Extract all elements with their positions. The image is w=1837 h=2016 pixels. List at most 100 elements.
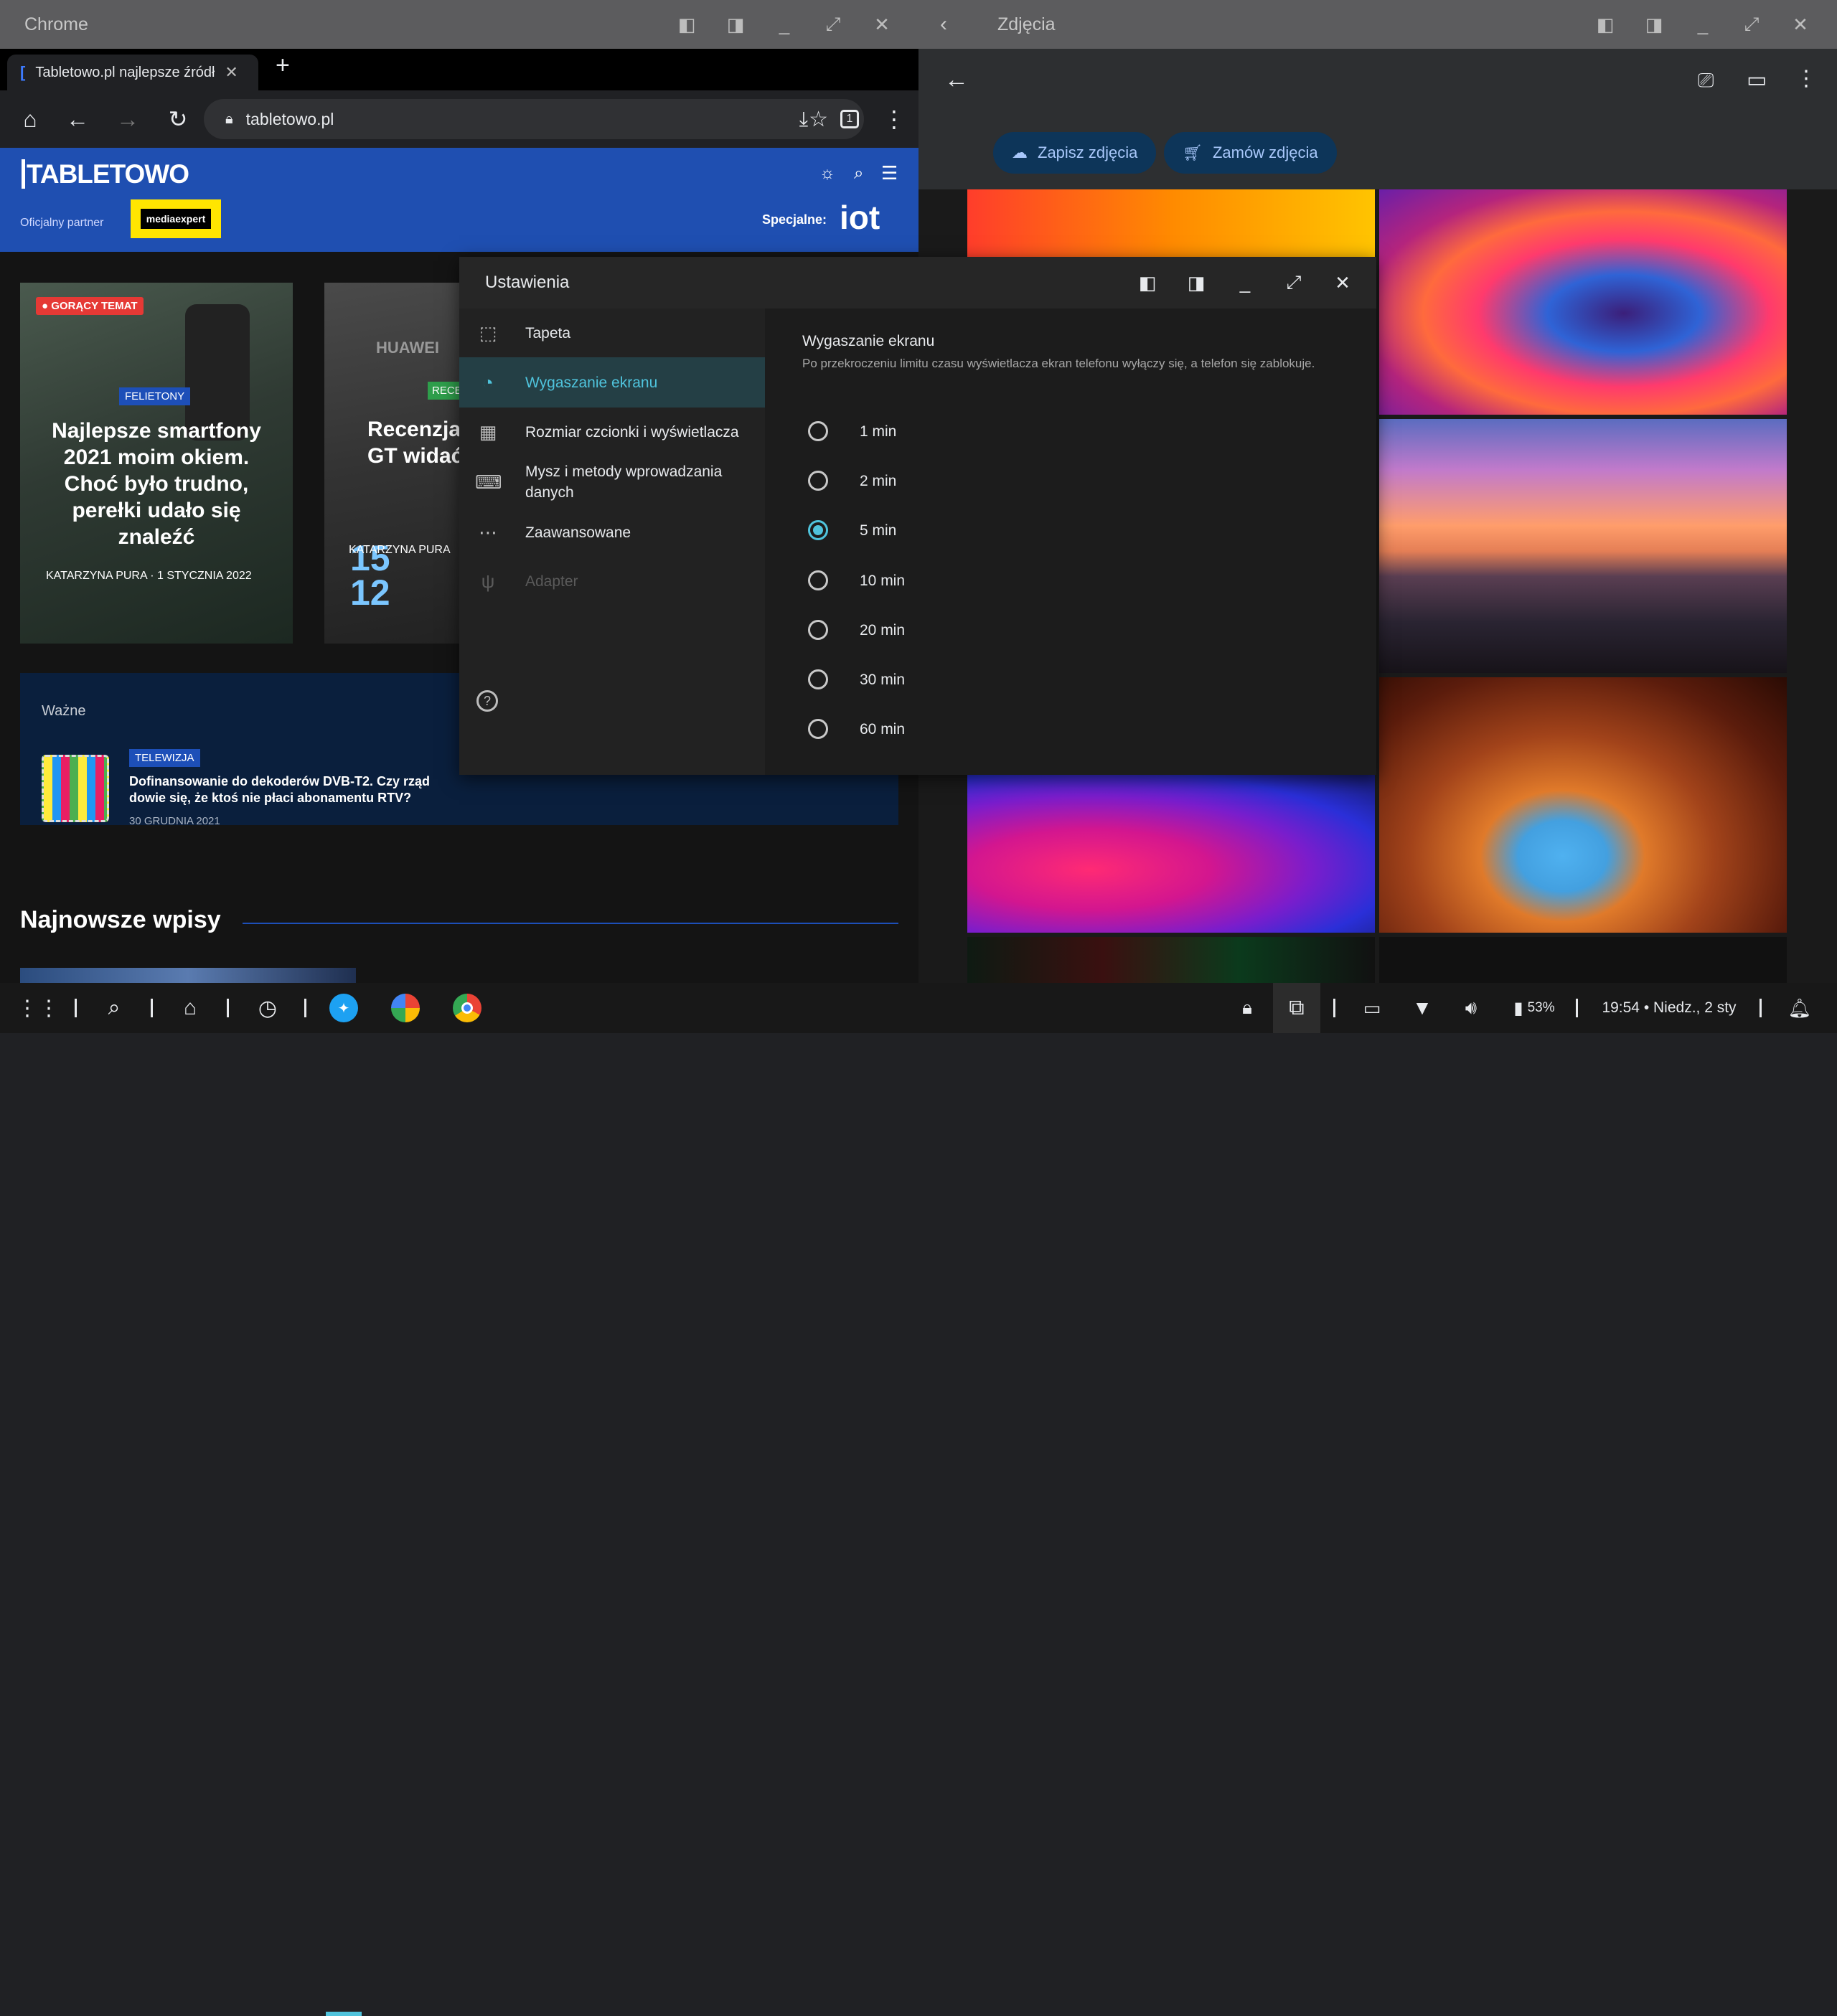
snap-right-icon[interactable]: ◨ [1184, 272, 1208, 294]
notification-bell-icon[interactable]: 🔔︎ [1785, 983, 1814, 1033]
snap-left-icon[interactable]: ◧ [1135, 272, 1160, 294]
cast-screen-icon[interactable]: ▭ [1356, 983, 1388, 1033]
sidebar-item-label: Rozmiar czcionki i wyświetlacza [525, 423, 739, 441]
tab-switcher-button[interactable]: 1 [830, 90, 870, 148]
minimize-icon[interactable]: _ [772, 14, 797, 36]
browser-tab[interactable]: [ Tabletowo.pl najlepsze źródło ✕ [7, 55, 258, 90]
save-photos-button[interactable]: ☁ Zapisz zdjęcia [993, 132, 1157, 174]
radio-2-min[interactable] [808, 471, 828, 491]
order-photos-button[interactable]: 🛒︎ Zamów zdjęcia [1164, 132, 1337, 174]
snap-left-icon[interactable]: ◧ [1593, 14, 1617, 36]
radio-10-min[interactable] [808, 570, 828, 590]
tab-close-icon[interactable]: ✕ [225, 63, 238, 82]
sidebar-item-label: Tapeta [525, 324, 571, 342]
option-label[interactable]: 5 min [860, 522, 896, 540]
category-badge[interactable]: FELIETONY [119, 387, 191, 405]
minimize-icon[interactable]: _ [1233, 272, 1257, 294]
title-back-icon[interactable]: ‹ [940, 12, 947, 37]
close-icon[interactable]: ✕ [1330, 272, 1355, 294]
twitter-app-icon[interactable]: ✦ [326, 983, 362, 1033]
slideshow-icon[interactable]: ▭ [1747, 67, 1767, 93]
sidebar-item-wallpaper[interactable]: ⬚ Tapeta [459, 308, 765, 357]
more-options-icon[interactable]: ⋮ [1795, 66, 1817, 91]
latest-article-thumbnail[interactable] [20, 968, 356, 983]
back-icon[interactable]: ← [57, 90, 98, 148]
app-launcher-icon[interactable]: ⋮⋮ [17, 983, 60, 1033]
settings-title-bar[interactable]: Ustawienia ◧ ◨ _ ⤢ ✕ [459, 257, 1376, 308]
category-badge[interactable]: RECE [428, 382, 459, 400]
maximize-icon[interactable]: ⤢ [1739, 13, 1764, 36]
battery-status[interactable]: ▮ 53% [1505, 983, 1563, 1033]
radio-1-min[interactable] [808, 421, 828, 441]
article-author[interactable]: KATARZYNA PURA [349, 544, 451, 557]
menu-kebab-icon[interactable]: ⋮ [874, 90, 914, 148]
option-label[interactable]: 1 min [860, 423, 896, 441]
option-label[interactable]: 2 min [860, 473, 896, 490]
photo-thumbnail[interactable] [1379, 419, 1787, 673]
article-card[interactable]: HUAWEI RECE Recenzja Watch GT widać 15 1… [324, 283, 459, 644]
new-tab-icon[interactable]: + [276, 52, 290, 80]
option-label[interactable]: 60 min [860, 721, 905, 738]
special-iot-logo[interactable]: iot [840, 198, 880, 237]
clock[interactable]: 19:54 • Niedz., 2 sty [1597, 983, 1741, 1033]
minimize-icon[interactable]: _ [1691, 14, 1715, 36]
screenshot-crop-icon[interactable]: ⧉ [1273, 983, 1320, 1033]
theme-toggle-icon[interactable]: ☼ [819, 164, 835, 184]
wifi-icon[interactable]: ▼ [1408, 983, 1437, 1033]
search-icon[interactable]: ⌕ [98, 983, 131, 1033]
lock-icon[interactable]: 🔒︎ [1233, 983, 1262, 1033]
download-icon[interactable]: ⤓ [784, 90, 824, 148]
photo-thumbnail[interactable] [967, 189, 1375, 258]
chrome-app-icon[interactable] [449, 983, 485, 1033]
option-label[interactable]: 10 min [860, 573, 905, 590]
photo-thumbnail[interactable] [1379, 189, 1787, 415]
maximize-icon[interactable]: ⤢ [1282, 271, 1306, 294]
article-card[interactable]: ● GORĄCY TEMAT FELIETONY Najlepsze smart… [20, 283, 293, 644]
search-icon[interactable]: ⌕ [854, 164, 863, 184]
snap-right-icon[interactable]: ◨ [723, 14, 748, 36]
article-title[interactable]: Najlepsze smartfony 2021 moim okiem. Cho… [34, 418, 278, 550]
tv-test-card-image[interactable] [42, 755, 109, 822]
site-header: TABLETOWO ☼ ⌕ ☰ Oficjalny partner mediae… [0, 148, 918, 252]
option-label[interactable]: 20 min [860, 622, 905, 639]
volume-icon[interactable]: 🔊︎ [1457, 983, 1485, 1033]
radio-20-min[interactable] [808, 620, 828, 640]
category-badge[interactable]: TELEWIZJA [129, 749, 200, 767]
article-author[interactable]: KATARZYNA PURA [46, 570, 147, 582]
home-icon[interactable]: ⌂ [10, 90, 50, 148]
cast-icon[interactable]: ⎚ [1698, 69, 1714, 93]
photos-app-icon[interactable] [387, 983, 423, 1033]
sidebar-item-screen-timeout[interactable]: ◔ Wygaszanie ekranu [459, 357, 765, 408]
help-icon[interactable]: ? [476, 690, 498, 712]
hot-topic-badge[interactable]: ● GORĄCY TEMAT [36, 297, 144, 315]
photo-thumbnail[interactable] [967, 775, 1375, 933]
radio-60-min[interactable] [808, 719, 828, 739]
forward-icon[interactable]: → [108, 90, 148, 148]
order-photos-label: Zamów zdjęcia [1212, 143, 1318, 161]
reload-icon[interactable]: ↻ [158, 90, 198, 148]
article-title[interactable]: Recenzja Watch GT widać [367, 416, 459, 469]
chrome-window-title: Chrome [24, 14, 88, 34]
hamburger-icon[interactable]: ☰ [881, 162, 898, 184]
home-icon[interactable]: ⌂ [174, 983, 207, 1033]
back-arrow-icon[interactable]: ← [944, 66, 969, 94]
photo-thumbnail[interactable] [1379, 677, 1787, 933]
maximize-icon[interactable]: ⤢ [821, 13, 845, 36]
radio-5-min-selected[interactable] [808, 520, 828, 540]
partner-logo[interactable]: mediaexpert [131, 199, 221, 238]
site-logo[interactable]: TABLETOWO [22, 159, 189, 189]
important-article-title[interactable]: Dofinansowanie do dekoderów DVB-T2. Czy … [129, 773, 452, 806]
close-icon[interactable]: ✕ [870, 14, 894, 36]
address-bar[interactable]: 🔒︎ tabletowo.pl ☆ [204, 99, 864, 139]
photo-thumbnail[interactable] [1379, 937, 1787, 983]
snap-right-icon[interactable]: ◨ [1642, 14, 1666, 36]
option-label[interactable]: 30 min [860, 672, 905, 689]
snap-left-icon[interactable]: ◧ [675, 14, 699, 36]
recents-clock-icon[interactable]: ◷ [251, 983, 284, 1033]
sidebar-item-mouse-input[interactable]: ⌨ Mysz i metody wprowadzania danych [459, 456, 765, 508]
radio-30-min[interactable] [808, 669, 828, 689]
photo-thumbnail[interactable] [967, 937, 1375, 983]
close-icon[interactable]: ✕ [1788, 14, 1813, 36]
sidebar-item-advanced[interactable]: ⋯ Zaawansowane [459, 508, 765, 557]
sidebar-item-font-size[interactable]: ▦ Rozmiar czcionki i wyświetlacza [459, 408, 765, 456]
